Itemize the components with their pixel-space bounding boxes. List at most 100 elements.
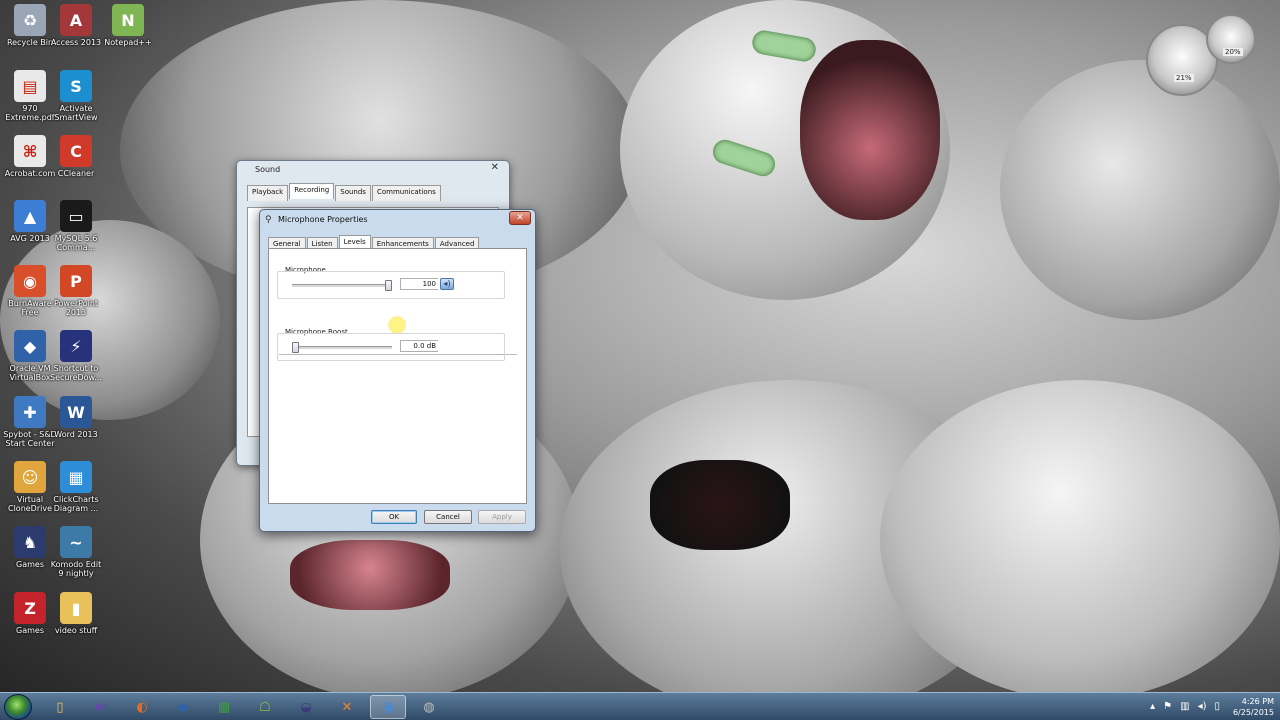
boost-slider-thumb[interactable] <box>292 342 299 353</box>
taskbar-clock[interactable]: 4:26 PM 6/25/2015 <box>1233 696 1274 718</box>
show-hidden-icons-icon[interactable]: ▴ <box>1150 701 1155 712</box>
burnaware-icon: ◉ <box>14 265 46 297</box>
desktop-icon[interactable]: A Access 2013 <box>48 4 104 47</box>
word-icon: W <box>60 396 92 428</box>
zynga-games-icon: Z <box>14 592 46 624</box>
sound-tab-playback[interactable]: Playback <box>247 185 289 201</box>
desktop-icon-label: Komodo Edit 9 nightly <box>50 560 102 578</box>
microphone-level-value[interactable]: 100 <box>400 278 438 290</box>
firefox-icon[interactable]: ◐ <box>124 695 160 719</box>
desktop-icon[interactable]: ▭ MySQL 5.6 Comma... <box>48 200 104 252</box>
smartview-icon: S <box>60 70 92 102</box>
desktop-icon[interactable]: N Notepad++ <box>100 4 156 47</box>
desktop-icon[interactable]: ~ Komodo Edit 9 nightly <box>48 526 104 578</box>
mouse-cursor-highlight <box>388 316 406 334</box>
desktop-icon-label: Notepad++ <box>104 38 152 47</box>
sound-tab-recording[interactable]: Recording <box>289 183 335 199</box>
close-button[interactable]: ✕ <box>509 211 531 225</box>
desktop-icon-label: PowerPoint 2013 <box>53 299 99 317</box>
speaker-mute-icon[interactable]: ◂) <box>440 278 454 290</box>
games-icon: ♞ <box>14 526 46 558</box>
mic-window-titlebar[interactable]: ⚲ Microphone Properties ✕ <box>260 210 535 230</box>
mic-window-title: Microphone Properties <box>278 215 368 224</box>
desktop-icon[interactable]: ▦ ClickCharts Diagram ... <box>48 461 104 513</box>
clock-time: 4:26 PM <box>1241 697 1274 706</box>
clonedrive-icon: ☺ <box>14 461 46 493</box>
sound-tab-communications[interactable]: Communications <box>371 185 441 201</box>
start-button[interactable] <box>4 694 32 720</box>
memory-value: 20% <box>1223 48 1243 56</box>
microphone-properties-window[interactable]: ⚲ Microphone Properties ✕ General Listen L… <box>259 209 536 532</box>
pdf-file-icon: ▤ <box>14 70 46 102</box>
microphone-slider-thumb[interactable] <box>385 280 392 291</box>
desktop-icon[interactable]: P PowerPoint 2013 <box>48 265 104 317</box>
apply-button[interactable]: Apply <box>478 510 526 524</box>
microphone-boost-group: 0.0 dB <box>277 333 505 361</box>
system-tray: ▴ ⚑ ▥ ◂) ▯ <box>1150 701 1220 712</box>
wallpaper-figure-mouth <box>290 540 450 610</box>
ccleaner-icon: C <box>60 135 92 167</box>
cancel-button[interactable]: Cancel <box>424 510 472 524</box>
sound-tab-sounds[interactable]: Sounds <box>335 185 371 201</box>
sound-window-title: Sound <box>255 165 281 174</box>
volume-icon[interactable]: ◂) <box>1198 701 1207 712</box>
network-icon[interactable]: ▥ <box>1180 701 1189 712</box>
eclipse-icon[interactable]: ◒ <box>288 695 324 719</box>
desktop-icon[interactable]: W Word 2013 <box>48 396 104 439</box>
screen-recorder-icon[interactable]: ▣ <box>370 695 406 719</box>
powerpoint-icon: P <box>60 265 92 297</box>
microphone-icon: ⚲ <box>265 215 272 225</box>
desktop-icon-label: Activate SmartView <box>54 104 98 122</box>
folder-icon: ▮ <box>60 592 92 624</box>
microphone-boost-slider[interactable] <box>292 342 392 353</box>
wallpaper-figure <box>0 220 220 420</box>
taskbar: ▯ ⋈ ◐ ◆ ▦ ☖ ◒ ✕ ▣ ◍ ▴ ⚑ ▥ ◂) ▯ 4:26 PM 6/25/2015 <box>0 692 1280 720</box>
xampp-icon[interactable]: ✕ <box>329 695 365 719</box>
desktop-icon-label: Shortcut to SecureDow... <box>50 364 102 382</box>
action-center-flag-icon[interactable]: ⚑ <box>1163 701 1172 712</box>
securedownload-icon: ⚡ <box>60 330 92 362</box>
spybot-icon: ✚ <box>14 396 46 428</box>
task-manager-icon[interactable]: ▦ <box>206 695 242 719</box>
power-icon[interactable]: ▯ <box>1214 701 1220 712</box>
desktop-icon-label: MySQL 5.6 Comma... <box>54 234 98 252</box>
virtualbox-icon[interactable]: ◆ <box>165 695 201 719</box>
recycle-bin-icon: ♻ <box>14 4 46 36</box>
desktop-icon-label: Access 2013 <box>50 38 102 47</box>
notepad-plus-plus-icon: N <box>112 4 144 36</box>
sound-control-panel-icon[interactable]: ◍ <box>411 695 447 719</box>
avg-icon: ▲ <box>14 200 46 232</box>
memory-gauge-icon: 20% <box>1206 14 1256 64</box>
desktop-icon-label: Word 2013 <box>54 430 98 439</box>
microphone-boost-value[interactable]: 0.0 dB <box>400 340 438 352</box>
wallpaper-figure <box>880 380 1280 700</box>
microphone-level-group: 100 ◂) <box>277 271 505 299</box>
clickcharts-icon: ▦ <box>60 461 92 493</box>
cpu-meter-gadget[interactable]: 21% 20% <box>1142 12 1262 98</box>
wallpaper-figure-mouth <box>650 460 790 550</box>
windows-explorer-icon[interactable]: ▯ <box>42 695 78 719</box>
desktop-icon-label: ClickCharts Diagram ... <box>53 495 99 513</box>
wallpaper-figure <box>1000 60 1280 320</box>
desktop-icon[interactable]: C CCleaner <box>48 135 104 178</box>
komodo-icon: ~ <box>60 526 92 558</box>
sound-window-titlebar[interactable]: Sound ✕ <box>237 161 509 179</box>
close-icon[interactable]: ✕ <box>491 162 499 173</box>
sound-tab-strip: Playback Recording Sounds Communications <box>237 183 509 201</box>
clock-date: 6/25/2015 <box>1232 708 1274 717</box>
ok-button[interactable]: OK <box>371 510 417 524</box>
desktop-icon[interactable]: S Activate SmartView <box>48 70 104 122</box>
cpu-value: 21% <box>1174 74 1194 82</box>
desktop-icon-label: CCleaner <box>57 169 95 178</box>
android-icon[interactable]: ☖ <box>247 695 283 719</box>
desktop-icon[interactable]: ⚡ Shortcut to SecureDow... <box>48 330 104 382</box>
levels-panel: Microphone 100 ◂) Microphone Boost 0.0 d… <box>268 248 527 504</box>
virtualbox-icon: ◆ <box>14 330 46 362</box>
desktop-icon[interactable]: ▮ video stuff <box>48 592 104 635</box>
visual-studio-icon[interactable]: ⋈ <box>83 695 119 719</box>
acrobat-icon: ⌘ <box>14 135 46 167</box>
desktop-icon-label: video stuff <box>54 626 98 635</box>
wallpaper-figure-mouth <box>800 40 940 220</box>
microphone-level-slider[interactable] <box>292 280 392 291</box>
mysql-icon: ▭ <box>60 200 92 232</box>
